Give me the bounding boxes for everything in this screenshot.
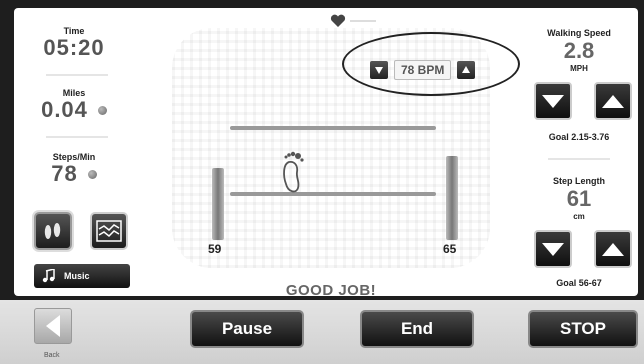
speed-goal: Goal 2.15-3.76: [548, 132, 610, 142]
heart-icon: [330, 14, 346, 27]
heart-rate-value: 78 BPM: [394, 60, 452, 80]
graph-icon: [96, 220, 122, 242]
arrow-down-icon: [542, 94, 564, 108]
hr-down-button[interactable]: [370, 61, 388, 79]
miles-stat: Miles 0.04: [14, 88, 134, 122]
arrow-up-icon: [602, 94, 624, 108]
lower-track-line: [230, 192, 436, 196]
steps-value: 78: [51, 161, 78, 186]
screen: Time 05:20 Miles 0.04 Steps/Min 78 Music…: [0, 0, 644, 364]
music-button[interactable]: Music: [34, 264, 130, 288]
heart-rate-display: 78 BPM: [370, 60, 476, 80]
divider: [46, 136, 108, 138]
hr-up-icon: [462, 66, 471, 73]
left-post-value: 59: [208, 242, 222, 256]
graph-mode-button[interactable]: [90, 212, 128, 250]
pause-button[interactable]: Pause: [190, 310, 304, 348]
left-stats-column: Time 05:20 Miles 0.04 Steps/Min 78 Music: [14, 8, 134, 296]
speed-up-button[interactable]: [594, 82, 632, 120]
divider: [548, 158, 610, 160]
bottom-control-bar: Back Pause End STOP: [0, 300, 644, 364]
time-value: 05:20: [43, 35, 105, 60]
miles-value: 0.04: [41, 97, 88, 122]
music-label: Music: [64, 271, 90, 281]
feet-icon: [44, 223, 61, 239]
back-label: Back: [44, 352, 60, 359]
arrow-down-icon: [542, 242, 564, 256]
step-length-label: Step Length: [553, 176, 605, 186]
step-length-goal: Goal 56-67: [556, 278, 602, 288]
steps-stat: Steps/Min 78: [14, 152, 134, 186]
heart-indicator-line: [350, 20, 376, 22]
stop-button[interactable]: STOP: [528, 310, 638, 348]
left-step-post: [212, 168, 224, 240]
end-button[interactable]: End: [360, 310, 474, 348]
hr-down-icon: [375, 67, 383, 74]
right-post-value: 65: [443, 242, 457, 256]
divider: [46, 74, 108, 76]
hr-up-button[interactable]: [457, 61, 476, 79]
step-length-down-button[interactable]: [534, 230, 572, 268]
right-step-post: [446, 156, 458, 240]
step-length-value: 61: [566, 186, 592, 211]
music-note-icon: [42, 269, 55, 283]
heart-indicator: [330, 14, 376, 28]
steps-indicator-dot: [87, 169, 97, 179]
arrow-up-icon: [602, 242, 624, 256]
walking-speed-value: 2.8: [563, 38, 595, 63]
gait-visual-area: 78 BPM 59 65 GOOD JOB!: [162, 8, 520, 299]
walking-speed-label: Walking Speed: [547, 28, 611, 38]
feedback-message: GOOD JOB!: [285, 282, 377, 299]
time-stat: Time 05:20: [14, 26, 134, 60]
upper-track-line: [230, 126, 436, 130]
feet-mode-button[interactable]: [34, 212, 72, 250]
footprint-icon: [283, 151, 304, 193]
right-controls-column: Walking Speed 2.8 MPH Goal 2.15-3.76 Ste…: [520, 8, 638, 296]
step-length-unit: cm: [573, 212, 585, 221]
back-button[interactable]: [34, 308, 72, 344]
step-length-up-button[interactable]: [594, 230, 632, 268]
walking-speed-unit: MPH: [570, 64, 588, 73]
speed-down-button[interactable]: [534, 82, 572, 120]
back-arrow-icon: [46, 315, 60, 337]
miles-indicator-dot: [97, 105, 107, 115]
